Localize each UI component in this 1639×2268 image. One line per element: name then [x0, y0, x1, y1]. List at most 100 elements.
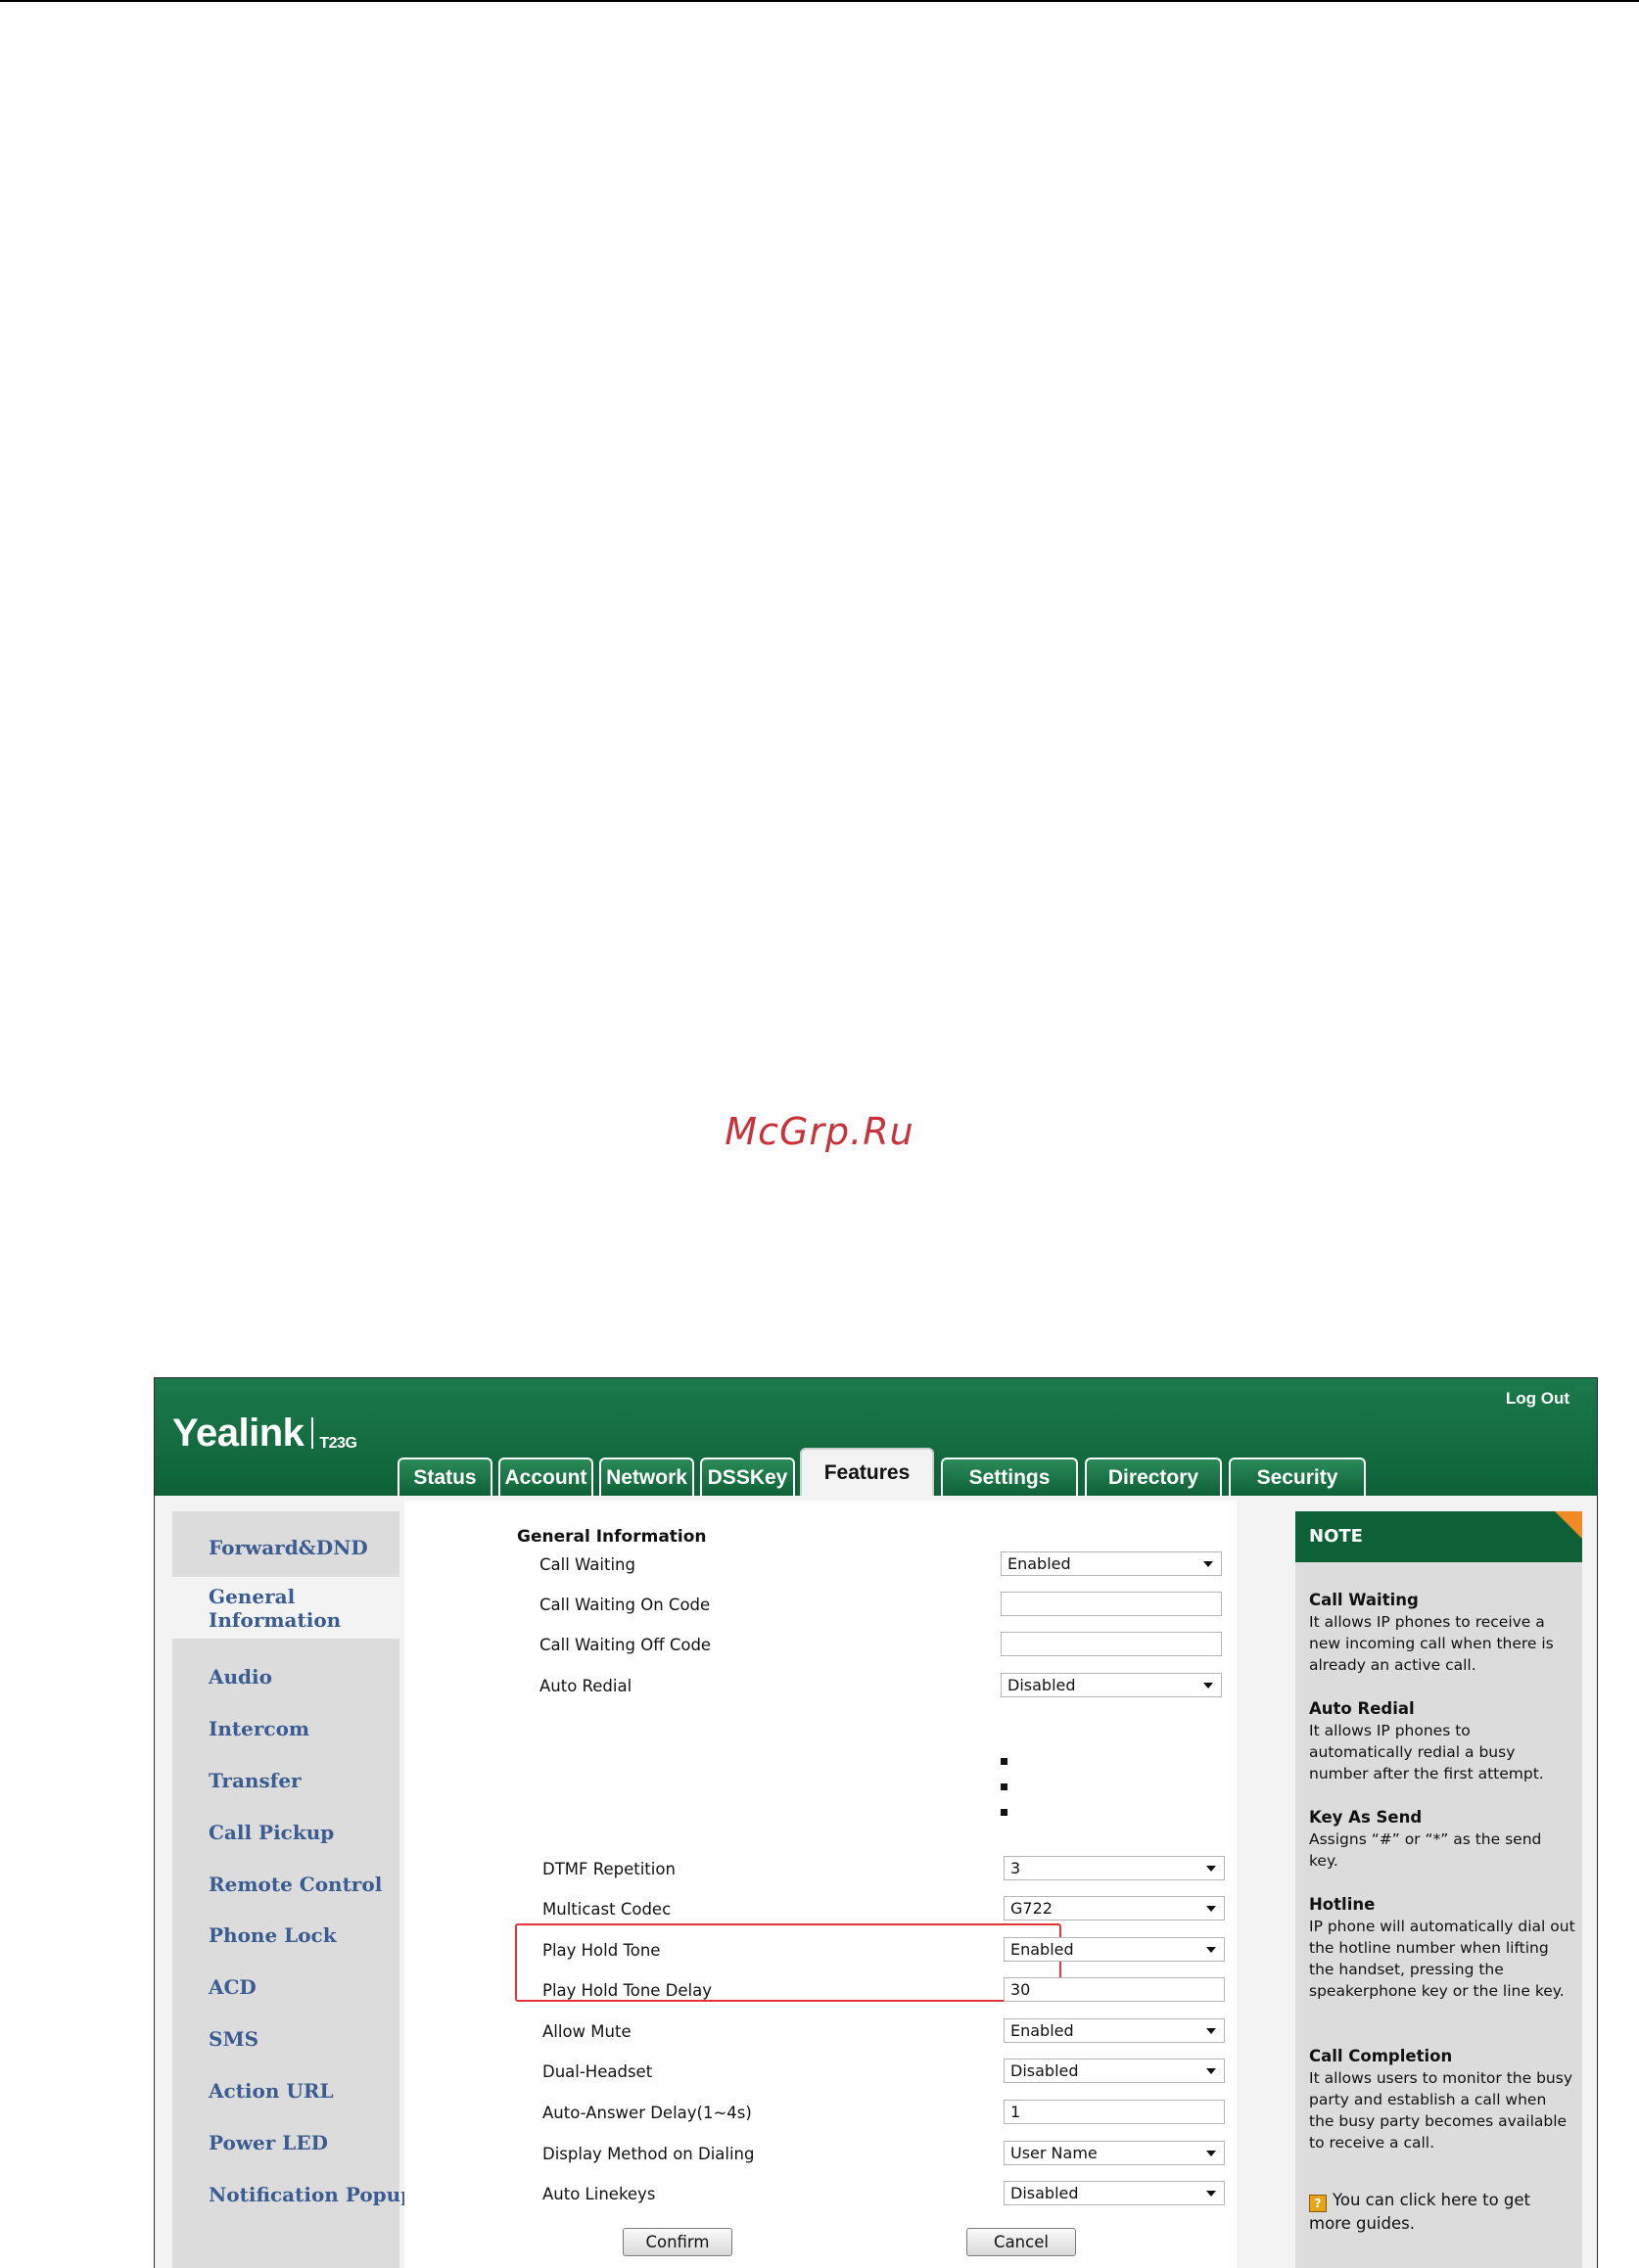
watermark-text: McGrp.Ru: [725, 1110, 914, 1153]
auto-linekeys-select[interactable]: Disabled: [1004, 2181, 1225, 2205]
sidebar-item-acd[interactable]: ACD: [172, 1975, 399, 1999]
chevron-down-icon: [1203, 1561, 1213, 1567]
note-title: NOTE: [1309, 1526, 1363, 1547]
call-waiting-off-code-label: Call Waiting Off Code: [539, 1636, 712, 1654]
note-call-completion: Call Completion It allows users to monit…: [1309, 2046, 1575, 2153]
logo-model: T23G: [319, 1435, 357, 1452]
ellipsis-dot: [1001, 1758, 1007, 1765]
note-block-text: It allows users to monitor the busy part…: [1309, 2069, 1572, 2152]
dtmf-repetition-label: DTMF Repetition: [542, 1860, 676, 1878]
tab-features[interactable]: Features: [800, 1448, 934, 1496]
select-value: G722: [1010, 1899, 1053, 1918]
note-panel: NOTE Call Waiting It allows IP phones to…: [1295, 1511, 1582, 2268]
sidebar-item-sms[interactable]: SMS: [172, 2027, 399, 2051]
sidebar-item-audio[interactable]: Audio: [172, 1665, 399, 1689]
select-value: Disabled: [1007, 1676, 1076, 1694]
page-top-rule: [0, 0, 1639, 2]
chevron-down-icon: [1206, 2028, 1216, 2034]
sidebar-item-transfer[interactable]: Transfer: [172, 1769, 399, 1792]
play-hold-tone-delay-label: Play Hold Tone Delay: [542, 1981, 713, 2000]
sidebar-item-remote-control[interactable]: Remote Control: [172, 1873, 399, 1896]
select-value: Enabled: [1010, 1940, 1074, 1959]
play-hold-tone-delay-input[interactable]: 30: [1004, 1977, 1225, 2002]
general-information-form: General Information Call Waiting Enabled…: [404, 1501, 1237, 2268]
select-value: Enabled: [1010, 2021, 1074, 2040]
display-method-select[interactable]: User Name: [1004, 2141, 1225, 2165]
select-value: Enabled: [1007, 1554, 1071, 1573]
logo-brand: Yealink: [172, 1412, 304, 1455]
tab-network[interactable]: Network: [599, 1458, 694, 1496]
tab-security[interactable]: Security: [1229, 1458, 1366, 1496]
sidebar-item-forward-dnd[interactable]: Forward&DND: [172, 1536, 399, 1559]
sidebar-item-general-information[interactable]: General Information: [172, 1577, 406, 1639]
note-block-text: Assigns “#” or “*” as the send key.: [1309, 1830, 1542, 1870]
tab-account[interactable]: Account: [498, 1458, 593, 1496]
note-corner-icon: [1555, 1511, 1582, 1539]
note-header: NOTE: [1295, 1511, 1582, 1562]
yealink-logo: Yealink T23G: [172, 1412, 357, 1456]
allow-mute-label: Allow Mute: [542, 2022, 632, 2041]
help-book-icon: ?: [1309, 2195, 1327, 2212]
call-waiting-on-code-label: Call Waiting On Code: [539, 1596, 711, 1614]
chevron-down-icon: [1206, 2068, 1216, 2074]
cancel-button[interactable]: Cancel: [966, 2228, 1076, 2256]
chevron-down-icon: [1203, 1683, 1213, 1689]
select-value: Disabled: [1010, 2184, 1079, 2202]
note-block-title: Hotline: [1309, 1895, 1376, 1914]
sidebar-item-intercom[interactable]: Intercom: [172, 1717, 399, 1740]
sidebar-item-notification-popups[interactable]: Notification Popups: [172, 2183, 425, 2206]
note-auto-redial: Auto Redial It allows IP phones to autom…: [1309, 1698, 1575, 1784]
note-block-title: Call Completion: [1309, 2047, 1453, 2065]
logout-link[interactable]: Log Out: [1506, 1389, 1569, 1409]
chevron-down-icon: [1206, 1906, 1216, 1912]
note-hotline: Hotline IP phone will automatically dial…: [1309, 1894, 1575, 2002]
call-waiting-off-code-input[interactable]: [1001, 1632, 1222, 1656]
select-value: 3: [1010, 1859, 1021, 1877]
allow-mute-select[interactable]: Enabled: [1004, 2018, 1225, 2043]
note-block-text: It allows IP phones to automatically red…: [1309, 1722, 1544, 1782]
play-hold-tone-select[interactable]: Enabled: [1004, 1937, 1225, 1962]
tab-status[interactable]: Status: [398, 1458, 492, 1496]
chevron-down-icon: [1206, 1866, 1216, 1872]
select-value: Disabled: [1010, 2061, 1079, 2080]
chevron-down-icon: [1206, 2191, 1216, 2197]
call-waiting-select[interactable]: Enabled: [1001, 1551, 1222, 1576]
tab-directory[interactable]: Directory: [1085, 1458, 1222, 1496]
dtmf-repetition-select[interactable]: 3: [1004, 1856, 1225, 1880]
chevron-down-icon: [1206, 2151, 1216, 2156]
header-bar: Yealink T23G Log Out Status Account Netwo…: [155, 1378, 1597, 1496]
tab-settings[interactable]: Settings: [941, 1458, 1078, 1496]
call-waiting-on-code-input[interactable]: [1001, 1592, 1222, 1616]
display-method-label: Display Method on Dialing: [542, 2145, 755, 2163]
confirm-button[interactable]: Confirm: [623, 2228, 732, 2256]
call-waiting-label: Call Waiting: [539, 1555, 635, 1574]
auto-linekeys-label: Auto Linekeys: [542, 2185, 656, 2203]
web-ui-frame: Yealink T23G Log Out Status Account Netwo…: [154, 1377, 1598, 2268]
tab-dsskey[interactable]: DSSKey: [700, 1458, 795, 1496]
sidebar-item-phone-lock[interactable]: Phone Lock: [172, 1923, 399, 1947]
chevron-down-icon: [1206, 1947, 1216, 1953]
note-call-waiting: Call Waiting It allows IP phones to rece…: [1309, 1590, 1575, 1676]
note-block-text: IP phone will automatically dial out the…: [1309, 1918, 1575, 2000]
auto-redial-select[interactable]: Disabled: [1001, 1673, 1222, 1697]
sidebar-item-action-url[interactable]: Action URL: [172, 2079, 399, 2103]
auto-answer-delay-input[interactable]: 1: [1004, 2100, 1225, 2124]
section-title: General Information: [517, 1527, 707, 1547]
select-value: User Name: [1010, 2144, 1098, 2162]
ellipsis-dot: [1001, 1783, 1007, 1790]
ellipsis-dot: [1001, 1809, 1007, 1816]
note-block-text: It allows IP phones to receive a new inc…: [1309, 1613, 1554, 1674]
multicast-codec-select[interactable]: G722: [1004, 1896, 1225, 1921]
note-block-title: Key As Send: [1309, 1808, 1423, 1827]
note-block-title: Call Waiting: [1309, 1591, 1419, 1609]
dual-headset-select[interactable]: Disabled: [1004, 2059, 1225, 2083]
note-help-text: You can click here to get more guides.: [1309, 2191, 1531, 2233]
note-block-title: Auto Redial: [1309, 1699, 1415, 1718]
note-help-link[interactable]: ? You can click here to get more guides.: [1309, 2189, 1575, 2236]
features-sidebar: Forward&DND General Information Audio In…: [172, 1511, 425, 2268]
auto-answer-delay-label: Auto-Answer Delay(1~4s): [542, 2104, 752, 2122]
auto-redial-label: Auto Redial: [539, 1677, 632, 1695]
sidebar-item-call-pickup[interactable]: Call Pickup: [172, 1821, 399, 1844]
multicast-codec-label: Multicast Codec: [542, 1900, 672, 1919]
sidebar-item-power-led[interactable]: Power LED: [172, 2131, 399, 2154]
